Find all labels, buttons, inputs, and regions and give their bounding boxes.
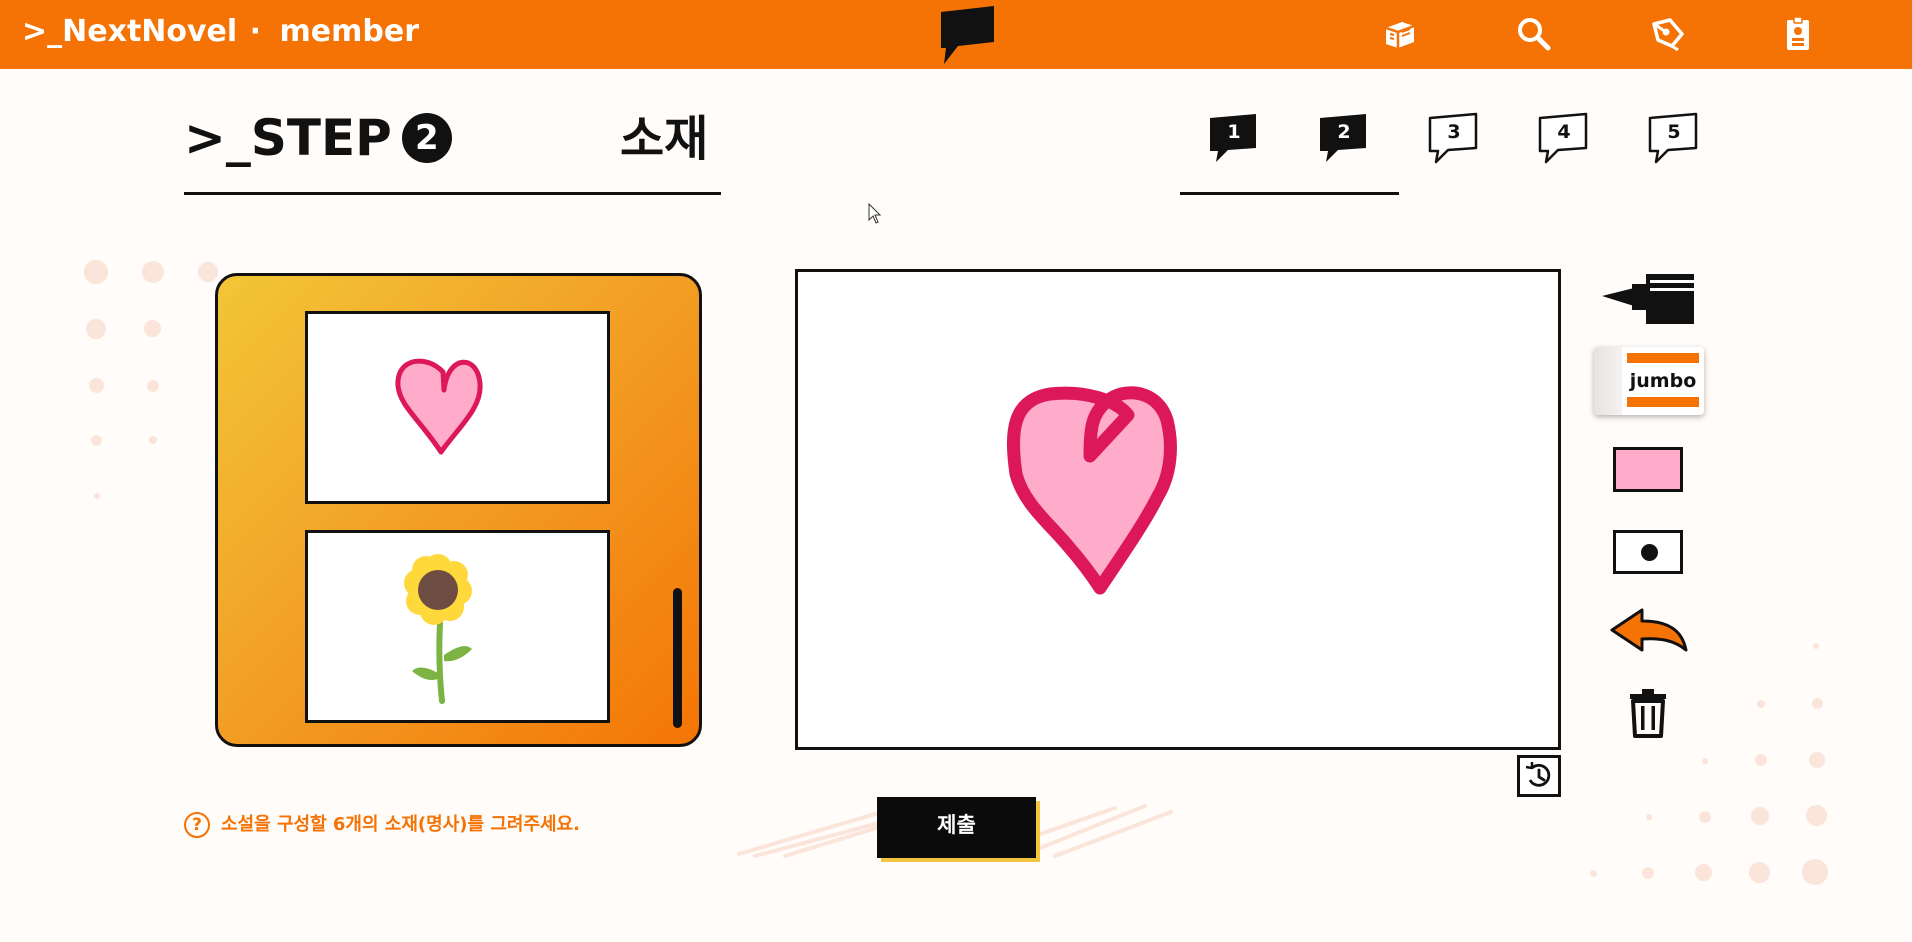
step-bubble-4-label: 4 — [1557, 121, 1570, 143]
step-bubble-2-label: 2 — [1337, 121, 1350, 143]
help-icon: ? — [184, 812, 210, 838]
step-bubble-5[interactable]: 5 — [1646, 110, 1700, 164]
step-label: 소재 — [620, 111, 709, 167]
history-button[interactable] — [1517, 755, 1561, 797]
id-badge-icon[interactable] — [1778, 14, 1818, 54]
search-icon[interactable] — [1514, 14, 1554, 54]
brush-size-dot — [1641, 544, 1658, 561]
eraser-stripe-top — [1627, 353, 1699, 363]
gallery-thumbnail-heart[interactable] — [305, 311, 610, 504]
undo-icon[interactable] — [1608, 606, 1690, 654]
step-bubble-2[interactable]: 2 — [1316, 110, 1370, 164]
step-title-underline — [184, 192, 721, 195]
step-bubble-1-label: 1 — [1227, 121, 1240, 143]
step-bubble-1[interactable]: 1 — [1206, 110, 1260, 164]
user-role: member — [279, 14, 419, 49]
eraser-stripe-bottom — [1627, 397, 1699, 407]
pen-tool-icon[interactable] — [1600, 266, 1698, 328]
mouse-cursor-icon — [868, 203, 882, 224]
submit-button[interactable]: 제출 — [877, 797, 1036, 858]
drawing-canvas[interactable] — [795, 269, 1561, 750]
heart-drawing-icon — [395, 358, 483, 455]
brush-size-button[interactable] — [1613, 530, 1683, 574]
eraser-label: jumbo — [1629, 370, 1697, 392]
step-title-text: >_STEP — [184, 109, 392, 167]
top-bar: >_NextNovel · member — [0, 0, 1912, 69]
step-bubble-3-label: 3 — [1447, 121, 1460, 143]
brand-name: >_NextNovel — [22, 14, 238, 49]
canvas-heart-drawing — [1006, 386, 1177, 595]
step-title: >_STEP 2 — [184, 108, 452, 168]
color-swatch[interactable] — [1613, 447, 1683, 492]
history-icon — [1525, 762, 1551, 787]
step-bubble-4[interactable]: 4 — [1536, 110, 1590, 164]
step-number-badge: 2 — [401, 113, 452, 163]
hint-text: 소설을 구성할 6개의 소재(명사)를 그려주세요. — [221, 814, 580, 835]
eraser-sleeve — [1594, 347, 1622, 415]
trash-icon[interactable] — [1626, 688, 1670, 738]
gallery-scrollbar[interactable] — [673, 588, 682, 728]
books-icon[interactable] — [1380, 14, 1420, 54]
brand-separator: · — [249, 14, 262, 49]
brand[interactable]: >_NextNovel · member — [22, 10, 419, 54]
speech-bubble-logo-icon[interactable] — [938, 4, 998, 66]
sunflower-drawing-icon — [404, 554, 472, 704]
eraser-tool[interactable]: jumbo — [1594, 347, 1704, 415]
steps-progress-underline — [1180, 192, 1399, 195]
gallery-thumbnail-sunflower[interactable] — [305, 530, 610, 723]
step-bubble-3[interactable]: 3 — [1426, 110, 1480, 164]
pen-icon[interactable] — [1648, 14, 1688, 54]
step-bubble-5-label: 5 — [1667, 121, 1680, 143]
